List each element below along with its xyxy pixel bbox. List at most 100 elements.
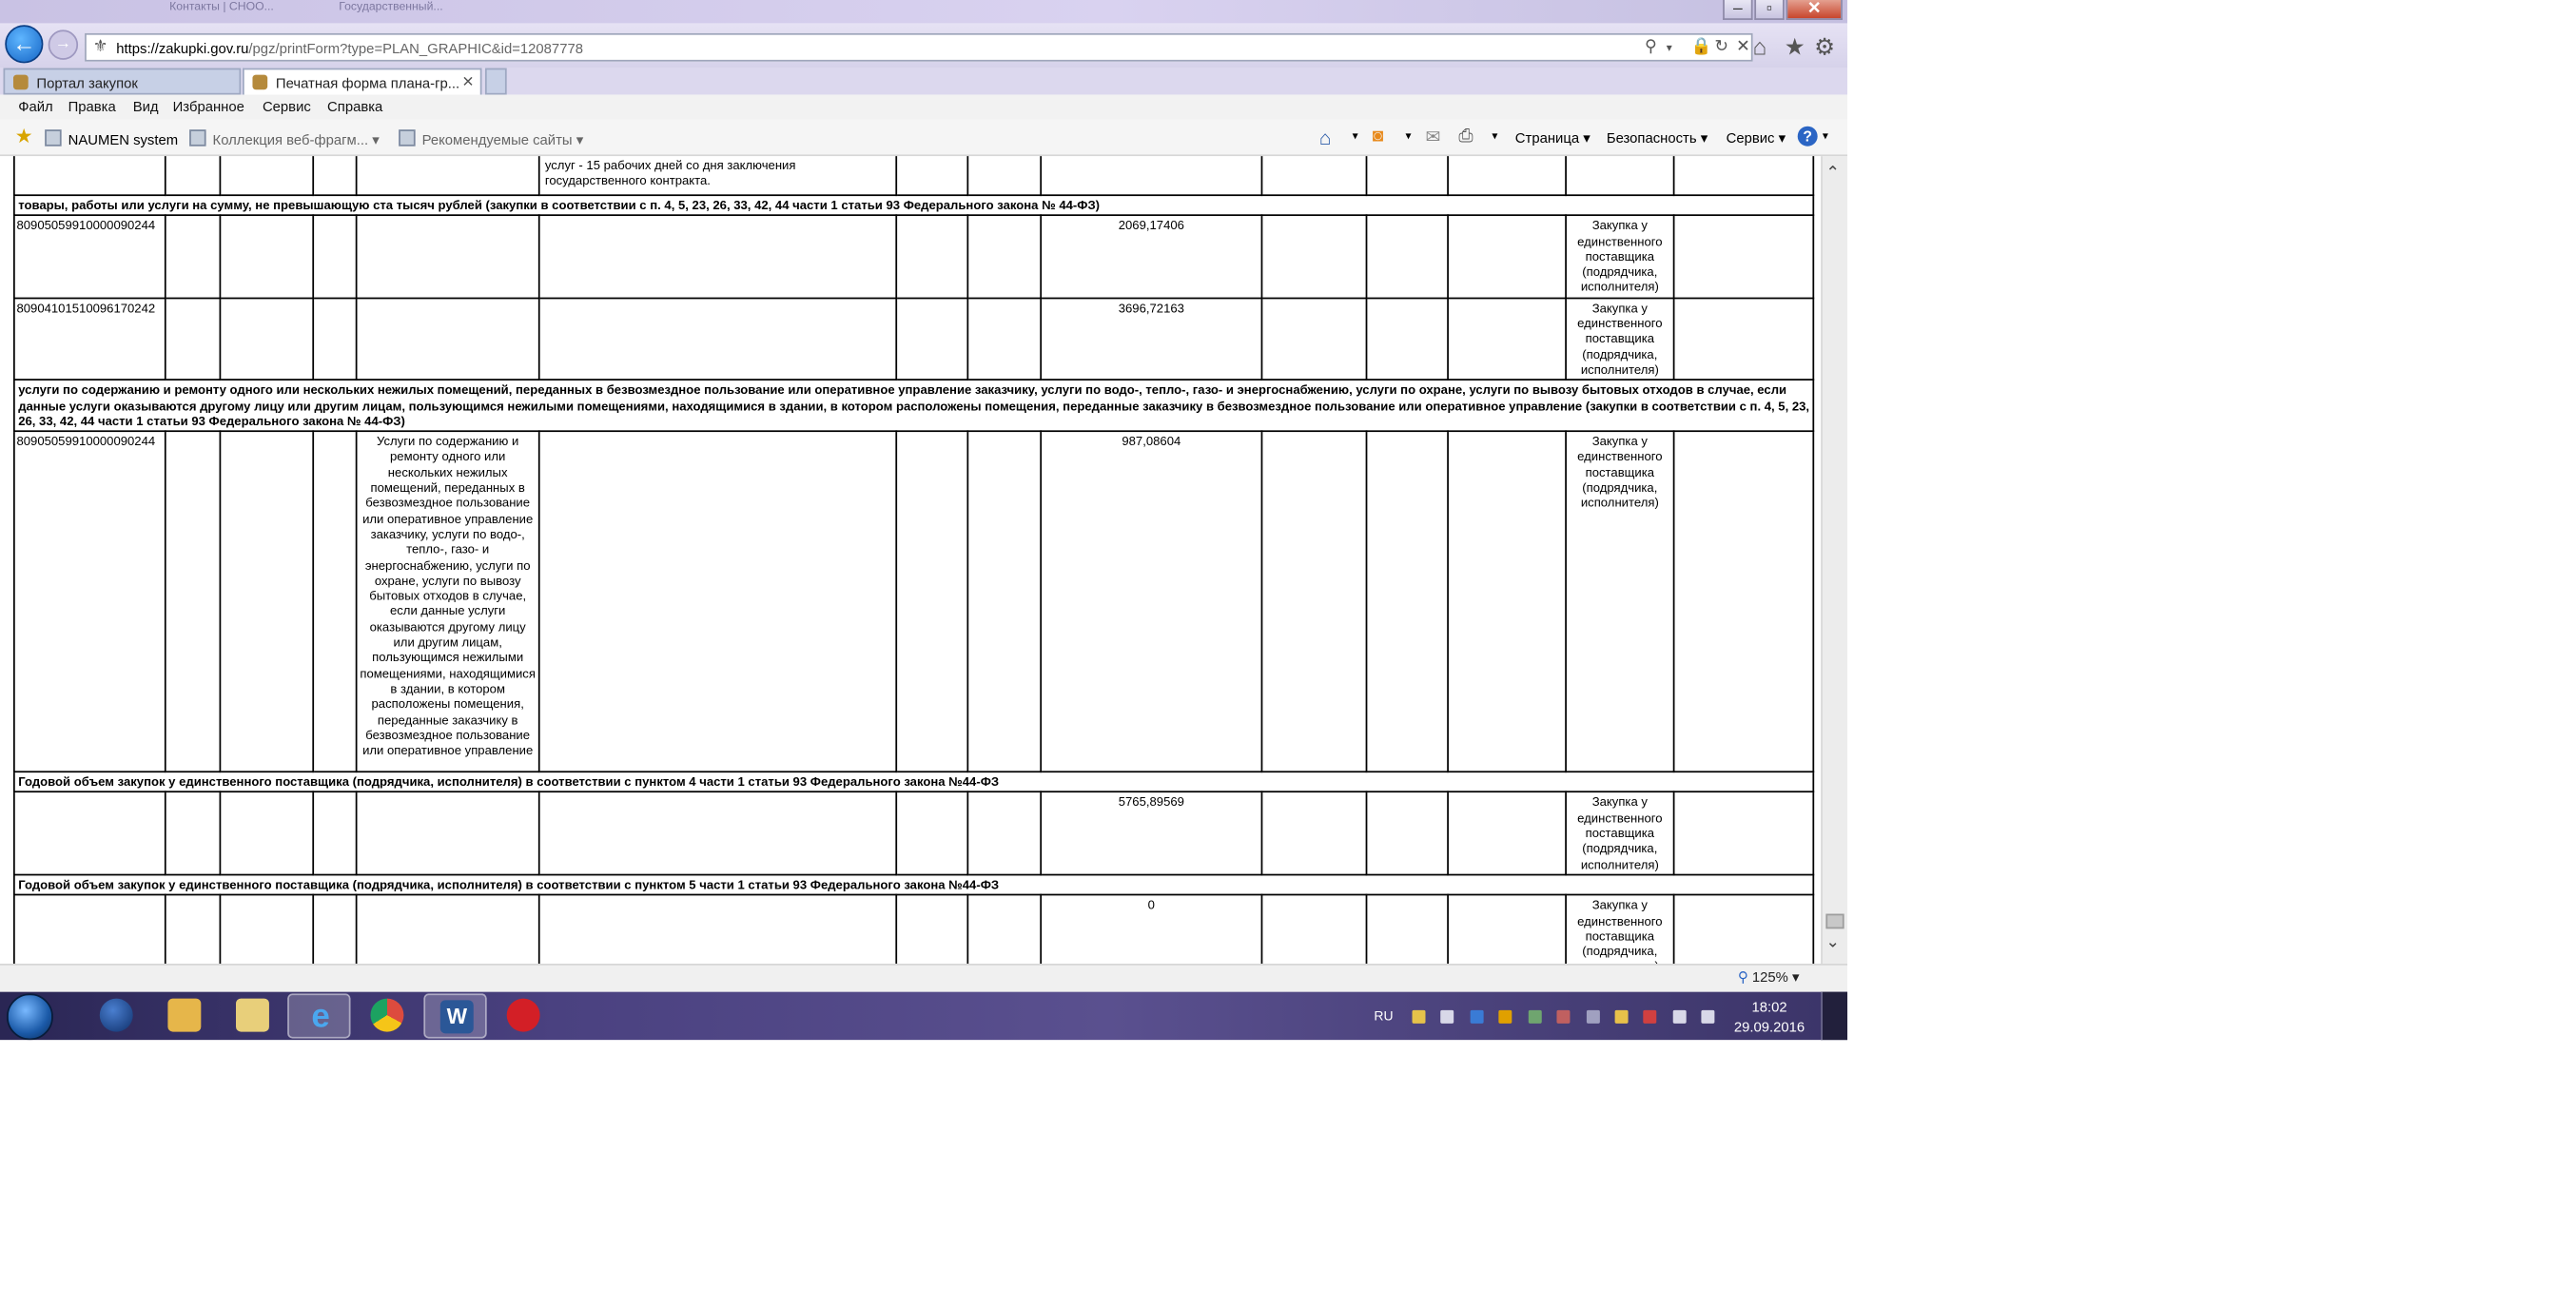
show-desktop-button[interactable] xyxy=(1821,991,1848,1041)
taskbar-item-app[interactable] xyxy=(85,993,147,1038)
menu-tools[interactable]: Сервис xyxy=(263,98,311,114)
section-row: товары, работы или услуги на сумму, не п… xyxy=(12,194,1815,217)
menu-edit[interactable]: Правка xyxy=(68,98,116,114)
close-icon[interactable]: ✕ xyxy=(1736,38,1750,56)
tray-app-icon[interactable] xyxy=(1614,1009,1629,1024)
background-tab-label: Государственный... xyxy=(339,1,443,13)
tab-label: Печатная форма плана-гр... xyxy=(275,74,460,92)
taskbar-item-word[interactable]: W xyxy=(423,993,487,1039)
fav-suggested[interactable]: Рекомендуемые сайты ▾ xyxy=(399,129,583,149)
vertical-scrollbar[interactable]: ⌃ ⌄ xyxy=(1821,156,1848,964)
close-tab-icon[interactable]: ✕ xyxy=(462,73,475,91)
table-cell: 80905059910000090244 xyxy=(12,430,166,773)
table-row: 80905059910000090244 2069,17406 Закупка … xyxy=(12,214,1815,299)
section-heading: товары, работы или услуги на сумму, не п… xyxy=(12,194,1815,217)
chevron-down-icon[interactable]: ▾ xyxy=(1406,129,1412,143)
add-favorites-star-icon[interactable]: ★ xyxy=(15,125,33,147)
screenshot-root: Контакты | СНОО... Государственный... – … xyxy=(0,0,1848,1041)
close-window-button[interactable]: ✕ xyxy=(1786,0,1843,20)
forward-button[interactable]: → xyxy=(48,29,79,60)
safety-menu[interactable]: Безопасность ▾ xyxy=(1607,129,1708,147)
address-bar[interactable]: ⚜ https://zakupki.gov.ru/pgz/printForm?t… xyxy=(85,32,1753,62)
clock[interactable]: 18:02 29.09.2016 xyxy=(1727,997,1810,1037)
taskbar-item-outlook[interactable] xyxy=(153,993,216,1038)
scrollbar-thumb[interactable] xyxy=(1825,913,1844,929)
menu-favorites[interactable]: Избранное xyxy=(173,98,244,114)
tools-menu[interactable]: Сервис ▾ xyxy=(1727,129,1786,147)
clock-date: 29.09.2016 xyxy=(1733,1018,1805,1036)
start-button[interactable] xyxy=(6,993,53,1041)
scroll-down-icon[interactable]: ⌄ xyxy=(1825,934,1840,952)
fav-naumen[interactable]: NAUMEN system xyxy=(45,129,178,147)
tab-print-form[interactable]: Печатная форма плана-гр... ✕ xyxy=(242,68,482,95)
help-icon[interactable]: ? xyxy=(1797,126,1818,147)
url-host: https://zakupki.gov.ru xyxy=(116,39,249,57)
fav-label: Коллекция веб-фрагм... xyxy=(212,130,369,148)
table-cell: Закупка у единственного поставщика (подр… xyxy=(1565,214,1675,299)
portal-favicon-icon xyxy=(252,74,268,90)
back-button[interactable]: ← xyxy=(5,25,44,64)
table-cell: 987,08604 xyxy=(1040,430,1263,773)
zoom-level[interactable]: ⚲ 125% ▾ xyxy=(1738,968,1800,987)
lock-icon[interactable]: 🔒 xyxy=(1691,38,1712,56)
action-center-flag-icon[interactable] xyxy=(1643,1009,1657,1024)
search-icon[interactable]: ⚲ xyxy=(1645,38,1657,56)
plan-table: услуг - 15 рабочих дней со дня заключени… xyxy=(12,156,1815,964)
folder-icon xyxy=(236,998,269,1032)
gear-icon[interactable]: ⚙ xyxy=(1814,33,1835,62)
tray-keyboard-icon[interactable] xyxy=(1440,1009,1454,1024)
page-menu[interactable]: Страница ▾ xyxy=(1515,129,1590,147)
tray-folder-icon[interactable] xyxy=(1412,1009,1426,1024)
chrome-icon xyxy=(370,998,404,1032)
table-cell: 2069,17406 xyxy=(1040,214,1263,299)
mail-icon[interactable]: ✉ xyxy=(1425,127,1440,147)
tray-app-icon[interactable] xyxy=(1586,1009,1600,1024)
chevron-down-icon[interactable]: ▾ xyxy=(1492,129,1497,143)
page-menu-label: Страница xyxy=(1514,129,1580,147)
scroll-up-icon[interactable]: ⌃ xyxy=(1825,165,1840,183)
print-icon[interactable]: ⎙ xyxy=(1458,127,1473,148)
taskbar-item-chrome[interactable] xyxy=(356,993,419,1038)
tab-label: Портал закупок xyxy=(36,74,138,92)
language-indicator[interactable]: RU xyxy=(1374,1008,1393,1024)
section-heading: Годовой объем закупок у единственного по… xyxy=(12,771,1815,793)
fav-web-slices[interactable]: Коллекция веб-фрагм... ▾ xyxy=(189,129,380,149)
url-text[interactable]: https://zakupki.gov.ru/pgz/printForm?typ… xyxy=(116,40,583,56)
refresh-icon[interactable]: ↻ xyxy=(1714,38,1728,56)
maximize-button[interactable]: ▫ xyxy=(1754,0,1785,20)
minimize-button[interactable]: – xyxy=(1723,0,1753,20)
menu-view[interactable]: Вид xyxy=(133,98,159,114)
tray-network-icon[interactable] xyxy=(1528,1009,1542,1024)
dropdown-chevron-icon[interactable]: ▾ xyxy=(1667,42,1672,54)
table-cell: 3696,72163 xyxy=(1040,297,1263,381)
chevron-down-icon[interactable]: ▾ xyxy=(1353,129,1358,143)
taskbar-item-app[interactable] xyxy=(492,993,555,1038)
menu-bar: Файл Правка Вид Избранное Сервис Справка xyxy=(0,94,1848,120)
page-icon xyxy=(45,129,62,147)
tray-app-icon[interactable] xyxy=(1498,1009,1512,1024)
globe-icon xyxy=(99,998,133,1032)
chevron-down-icon[interactable]: ▾ xyxy=(1823,129,1828,143)
menu-help[interactable]: Справка xyxy=(327,98,382,114)
new-tab-button[interactable] xyxy=(484,68,507,95)
taskbar-item-ie[interactable]: e xyxy=(287,993,351,1039)
favorites-star-icon[interactable]: ★ xyxy=(1785,33,1805,62)
home-icon[interactable]: ⌂ xyxy=(1753,33,1767,60)
home-icon[interactable]: ⌂ xyxy=(1319,127,1332,149)
tray-tool-icon[interactable] xyxy=(1556,1009,1571,1024)
table-row: 0 Закупка у единственного поставщика (по… xyxy=(12,894,1815,964)
rss-icon[interactable]: ◙ xyxy=(1373,127,1384,147)
taskbar-item-explorer[interactable] xyxy=(221,993,283,1038)
background-tab-label: Контакты | СНОО... xyxy=(169,1,274,13)
tab-portal[interactable]: Портал закупок xyxy=(3,68,242,95)
table-cell: Закупка у единственного поставщика (подр… xyxy=(1565,894,1675,964)
volume-icon[interactable] xyxy=(1701,1009,1715,1024)
background-window-tab[interactable]: Государственный... xyxy=(316,1,443,22)
tray-network-icon[interactable] xyxy=(1672,1009,1687,1024)
bluetooth-icon[interactable] xyxy=(1470,1009,1484,1024)
menu-file[interactable]: Файл xyxy=(18,98,53,114)
page-icon xyxy=(399,129,416,147)
background-window-tab[interactable]: Контакты | СНОО... xyxy=(146,2,274,22)
arrow-right-icon: → xyxy=(54,34,72,53)
record-icon xyxy=(506,998,540,1032)
